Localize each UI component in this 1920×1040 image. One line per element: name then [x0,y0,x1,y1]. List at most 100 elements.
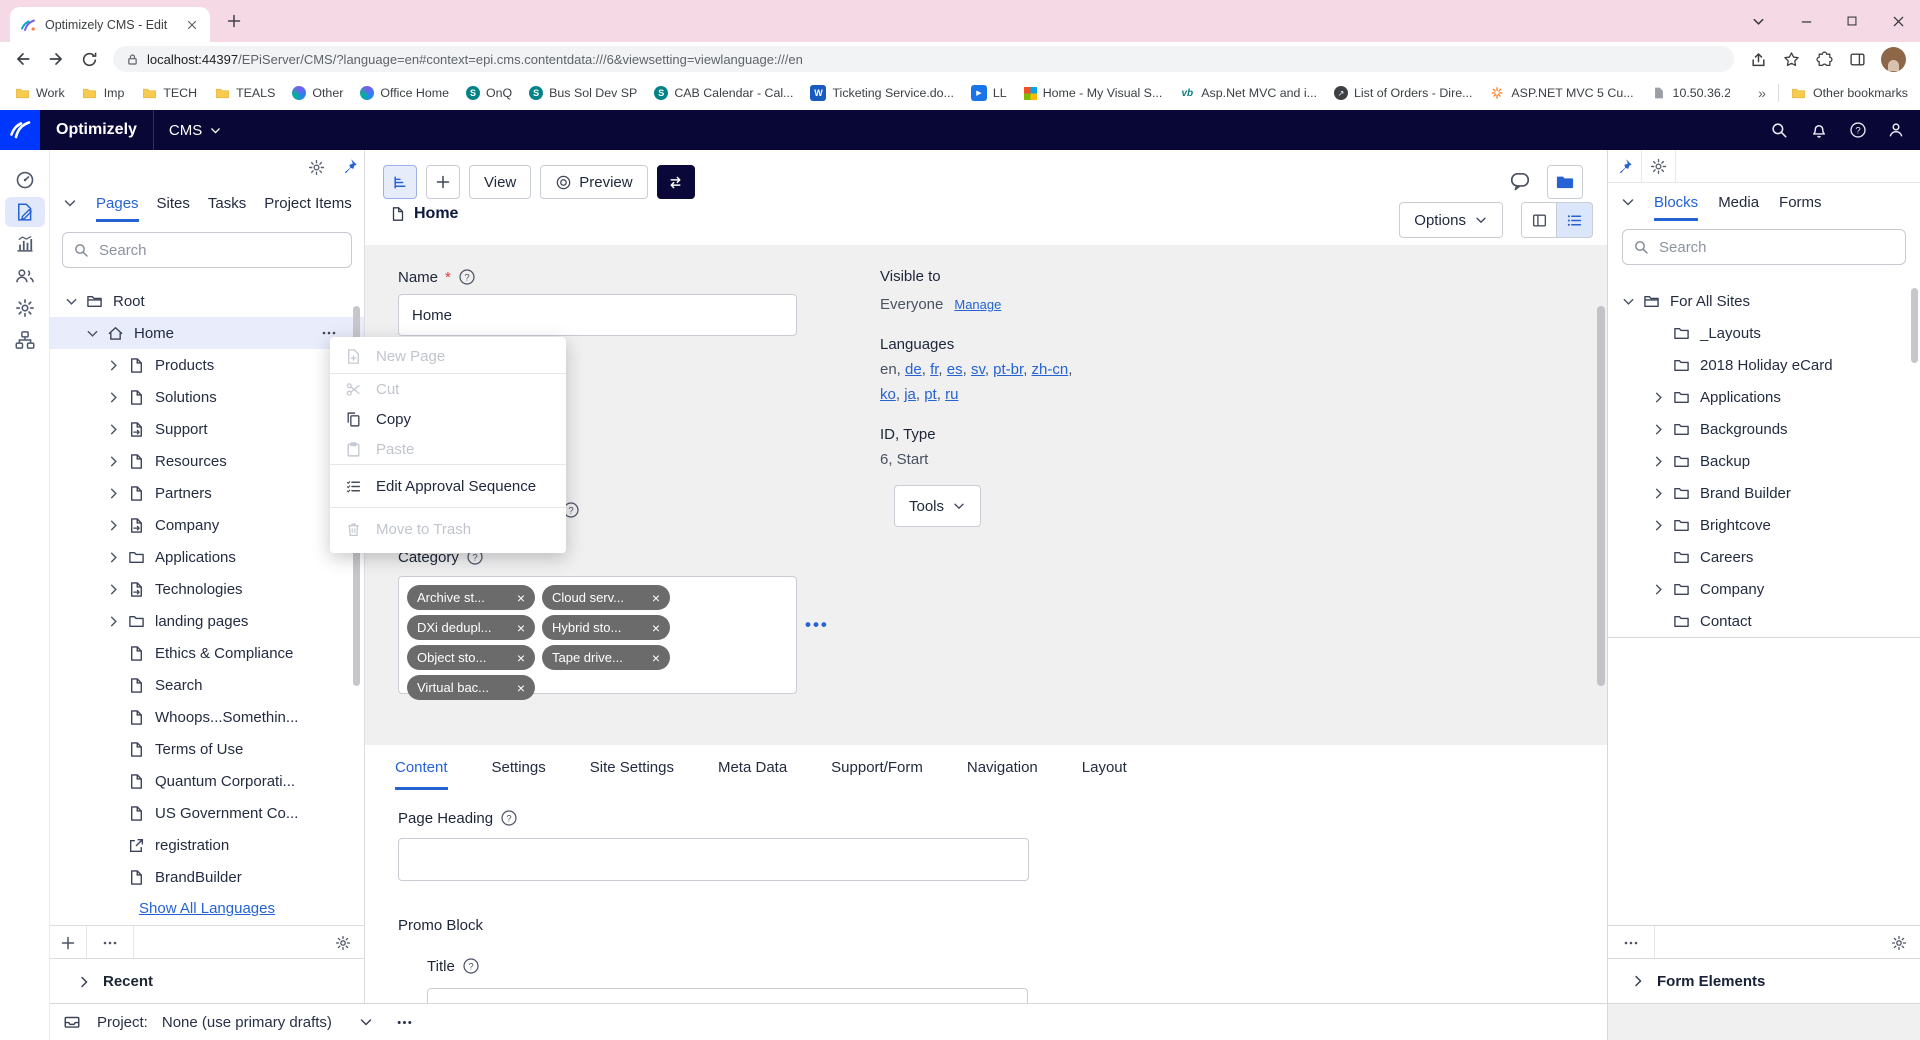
bookmark-asp-net-mvc-and-i[interactable]: vb Asp.Net MVC and i... [1179,85,1317,101]
chevron-right-icon[interactable] [102,549,124,565]
chevron-down-icon[interactable] [1620,194,1636,210]
tree-item-for-all-sites[interactable]: For All Sites [1608,285,1920,317]
tree-item-partners[interactable]: Partners [50,477,364,509]
settings-button[interactable] [1642,150,1676,182]
page-heading-input[interactable] [399,839,1028,880]
name-input[interactable] [399,295,796,335]
tree-item-applications[interactable]: Applications [1608,381,1920,413]
tree-item-contact[interactable]: Contact [1608,605,1920,637]
optimizely-logo[interactable] [0,110,40,150]
language-link-sv[interactable]: sv [971,361,985,378]
chevron-down-icon[interactable] [1617,293,1639,309]
tree-item-layouts[interactable]: _Layouts [1608,317,1920,349]
remove-tag-icon[interactable]: × [517,651,525,665]
rail-item-reports[interactable] [0,228,50,260]
rail-item-dashboard[interactable] [0,164,50,196]
rail-item-settings[interactable] [0,292,50,324]
pin-icon[interactable] [341,158,358,175]
help-icon[interactable]: ? [458,268,476,286]
tab-content[interactable]: Content [395,745,448,790]
rail-item-visitor-groups[interactable] [0,260,50,292]
chevron-right-icon[interactable] [102,613,124,629]
scrollbar-thumb[interactable] [1911,288,1918,363]
remove-tag-icon[interactable]: × [517,681,525,695]
tab-sites[interactable]: Sites [157,184,190,222]
toggle-edit-mode-button[interactable] [656,165,695,199]
options-button[interactable]: Options [1399,202,1503,238]
chevron-down-icon[interactable] [60,293,82,309]
tab-navigation[interactable]: Navigation [967,745,1038,790]
language-link-de[interactable]: de [905,361,922,378]
rail-item-addons[interactable] [0,324,50,356]
window-maximize-icon[interactable] [1844,13,1860,29]
other-bookmarks[interactable]: Other bookmarks [1791,85,1908,101]
tab-settings[interactable]: Settings [492,745,546,790]
context-menu-item-copy[interactable]: Copy [330,404,566,434]
language-link-pt[interactable]: pt [924,386,937,403]
bookmark-list-of-orders-dire[interactable]: ↗ List of Orders - Dire... [1333,86,1472,100]
language-link-ja[interactable]: ja [904,386,916,403]
tree-item-technologies[interactable]: Technologies [50,573,364,605]
remove-tag-icon[interactable]: × [517,621,525,635]
add-content-button[interactable] [426,165,460,199]
language-link-ru[interactable]: ru [945,386,958,403]
tree-item-backup[interactable]: Backup [1608,445,1920,477]
tab-meta-data[interactable]: Meta Data [718,745,787,790]
comments-bubble-icon[interactable] [1509,170,1531,192]
bookmark-10-50-36-246[interactable]: 10.50.36.246 [1651,85,1730,101]
tree-item-company[interactable]: Company [1608,573,1920,605]
name-field[interactable] [398,294,797,336]
page-heading-field[interactable] [398,838,1029,881]
help-icon[interactable]: ? [462,957,480,975]
tree-item-landing-pages[interactable]: landing pages [50,605,364,637]
bookmark-tech[interactable]: TECH [141,85,197,101]
tree-item-home[interactable]: Home [50,317,364,349]
extensions-puzzle-icon[interactable] [1815,50,1833,68]
bookmark-ll[interactable]: ▶ LL [970,85,1007,101]
notifications-bell-icon[interactable] [1810,121,1828,139]
tree-item-root[interactable]: Root [50,285,364,317]
tree-item-us-government-co[interactable]: US Government Co... [50,797,364,829]
tree-item-brightcove[interactable]: Brightcove [1608,509,1920,541]
reload-icon[interactable] [80,50,98,68]
tree-item-products[interactable]: Products [50,349,364,381]
scrollbar-thumb[interactable] [1597,306,1605,686]
product-switcher[interactable]: CMS [169,122,222,139]
chevron-down-icon[interactable] [358,1014,374,1030]
bookmark-cab-calendar-cal[interactable]: S CAB Calendar - Cal... [654,86,793,100]
tree-item-solutions[interactable]: Solutions [50,381,364,413]
tree-item-applications[interactable]: Applications [50,541,364,573]
project-selector[interactable]: None (use primary drafts) [162,1014,332,1031]
recent-section[interactable]: Recent [50,958,364,1004]
show-all-languages-link[interactable]: Show All Languages [50,900,364,917]
gear-icon[interactable] [308,159,325,176]
bookmark-teals[interactable]: TEALS [214,85,275,101]
blocks-search-input[interactable] [1657,237,1895,257]
tree-item-2018-holiday-ecard[interactable]: 2018 Holiday eCard [1608,349,1920,381]
preview-button[interactable]: Preview [540,165,648,199]
chevron-right-icon[interactable] [102,517,124,533]
tree-item-whoops-somethin[interactable]: Whoops...Somethin... [50,701,364,733]
pages-search-input[interactable] [97,240,341,260]
tree-item-support[interactable]: Support [50,413,364,445]
tab-support-form[interactable]: Support/Form [831,745,923,790]
tree-item-resources[interactable]: Resources [50,445,364,477]
chevron-down-icon[interactable] [62,195,78,211]
category-field[interactable]: Archive st... × Cloud serv... × DXi dedupl..… [398,576,797,700]
forward-icon[interactable] [47,50,65,68]
toggle-navigation-button[interactable] [383,165,417,199]
bookmark-onq[interactable]: S OnQ [465,86,512,100]
chevron-right-icon[interactable] [102,357,124,373]
remove-tag-icon[interactable]: × [652,651,660,665]
bookmarks-overflow-icon[interactable]: » [1758,85,1766,101]
side-panel-icon[interactable] [1848,50,1866,68]
more-options-button[interactable] [87,926,134,959]
tab-blocks[interactable]: Blocks [1654,183,1699,221]
tree-item-careers[interactable]: Careers [1608,541,1920,573]
pages-search[interactable] [62,232,352,268]
language-link-zh-cn[interactable]: zh-cn [1032,361,1069,378]
chevron-right-icon[interactable] [1647,485,1669,501]
columns-view-button[interactable] [1521,202,1557,238]
gear-icon[interactable] [1878,926,1920,959]
chevron-right-icon[interactable] [102,581,124,597]
